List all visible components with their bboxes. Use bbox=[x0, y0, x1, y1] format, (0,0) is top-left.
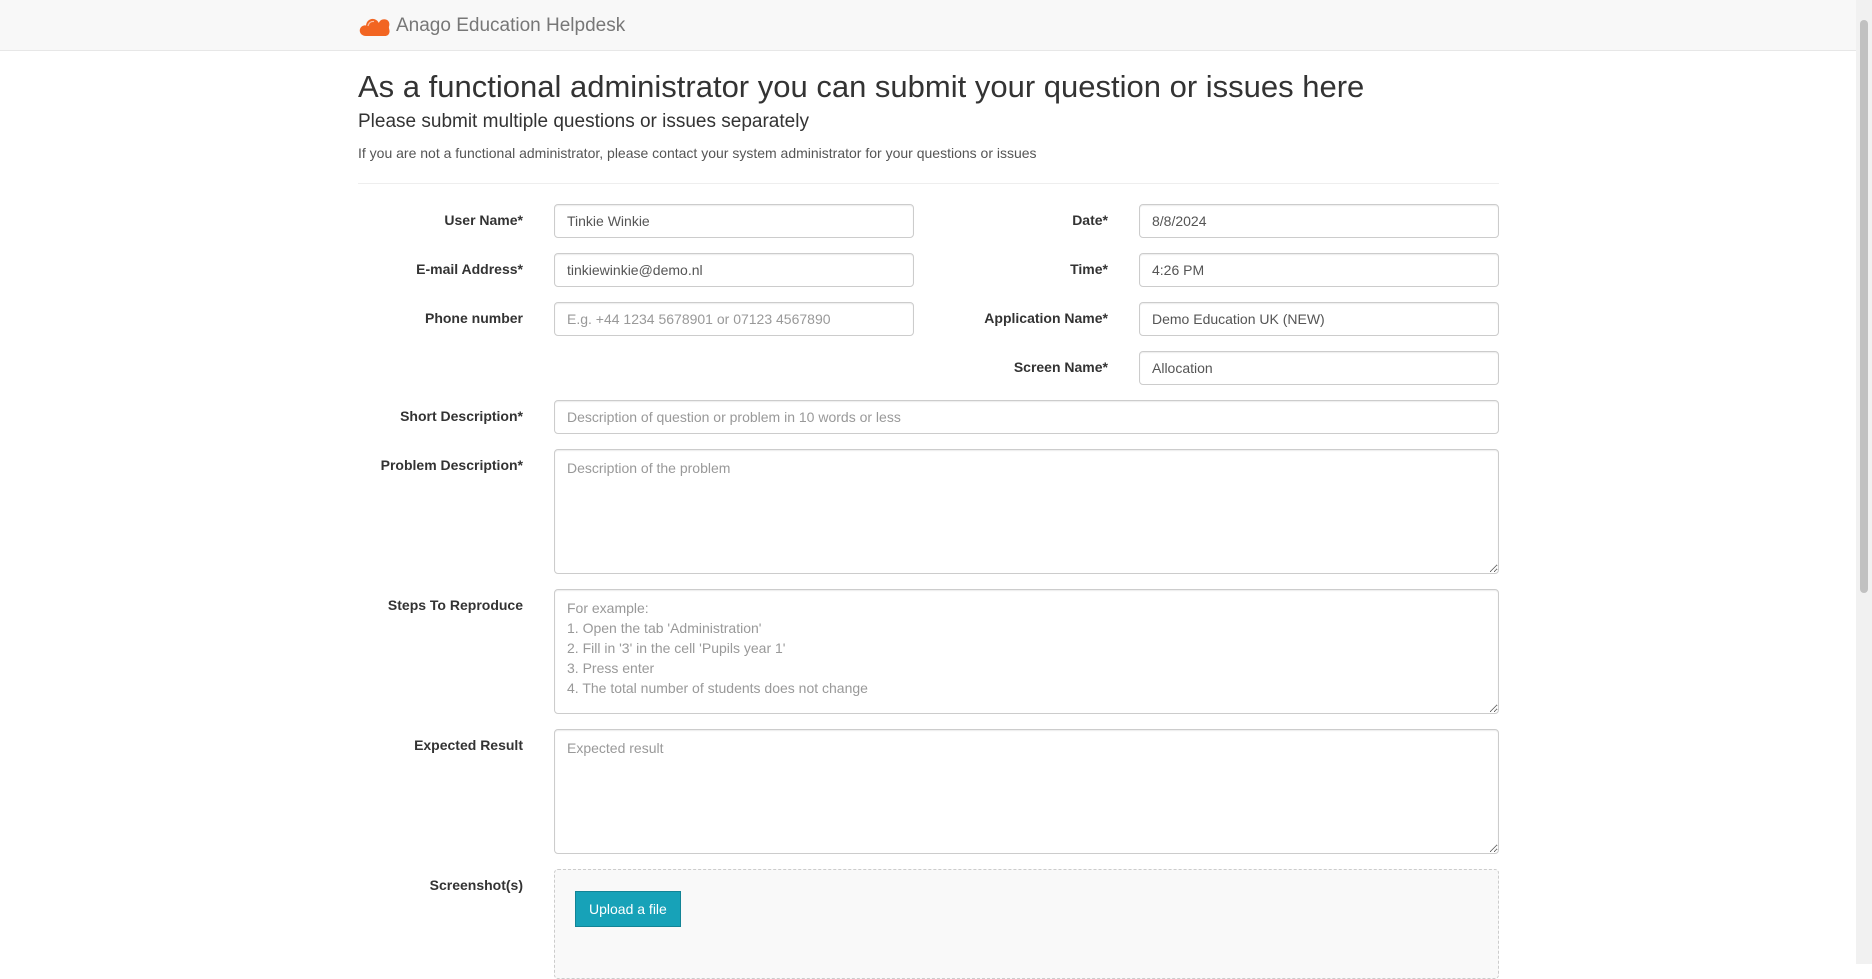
cloud-logo-icon bbox=[359, 18, 390, 36]
screen-name-input[interactable] bbox=[1139, 351, 1499, 385]
short-description-label: Short Description* bbox=[400, 408, 523, 424]
upload-file-button[interactable]: Upload a file bbox=[575, 891, 681, 927]
steps-label: Steps To Reproduce bbox=[387, 597, 523, 613]
page-scrollbar[interactable] bbox=[1856, 0, 1872, 964]
page-title: As a functional administrator you can su… bbox=[358, 69, 1365, 104]
time-label: Time* bbox=[1070, 261, 1108, 277]
navbar: Anago Education Helpdesk bbox=[0, 0, 1856, 51]
user-name-label: User Name* bbox=[444, 212, 523, 228]
problem-description-textarea[interactable] bbox=[554, 449, 1499, 574]
screenshot-dropzone[interactable]: Upload a file bbox=[554, 869, 1499, 979]
steps-textarea[interactable] bbox=[554, 589, 1499, 714]
email-label: E-mail Address* bbox=[416, 261, 523, 277]
admin-note: If you are not a functional administrato… bbox=[358, 145, 1037, 161]
brand-name: Anago Education Helpdesk bbox=[396, 15, 626, 36]
phone-input[interactable] bbox=[554, 302, 914, 336]
problem-description-label: Problem Description* bbox=[380, 457, 523, 473]
application-name-label: Application Name* bbox=[984, 310, 1108, 326]
screen-name-label: Screen Name* bbox=[1013, 359, 1108, 375]
expected-result-textarea[interactable] bbox=[554, 729, 1499, 854]
time-input[interactable] bbox=[1139, 253, 1499, 287]
expected-result-label: Expected Result bbox=[414, 737, 523, 753]
application-name-input[interactable] bbox=[1139, 302, 1499, 336]
user-name-input[interactable] bbox=[554, 204, 914, 238]
phone-label: Phone number bbox=[424, 310, 523, 326]
divider bbox=[358, 183, 1499, 184]
page-subtitle: Please submit multiple questions or issu… bbox=[358, 111, 809, 132]
scrollbar-thumb[interactable] bbox=[1860, 20, 1868, 593]
email-input[interactable] bbox=[554, 253, 914, 287]
date-label: Date* bbox=[1072, 212, 1108, 228]
screenshots-label: Screenshot(s) bbox=[429, 877, 523, 893]
brand[interactable]: Anago Education Helpdesk bbox=[358, 12, 625, 40]
date-input[interactable] bbox=[1139, 204, 1499, 238]
short-description-input[interactable] bbox=[554, 400, 1499, 434]
